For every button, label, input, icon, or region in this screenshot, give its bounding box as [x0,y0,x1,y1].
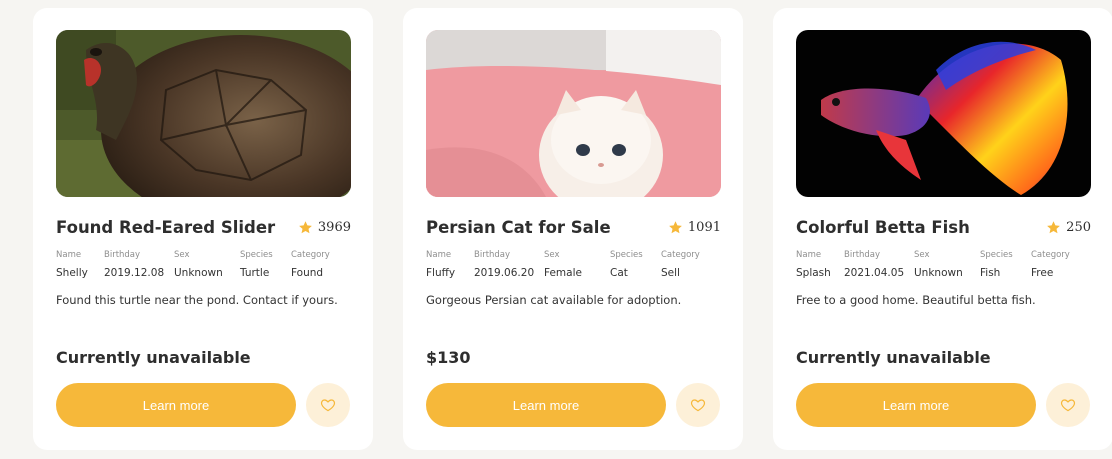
sex-label: Sex [914,250,930,260]
star-icon [669,221,682,234]
category-value: Sell [661,267,680,279]
sex-value: Unknown [174,267,223,279]
pet-title: Colorful Betta Fish [796,218,970,237]
birthday-label: Birthday [474,250,511,260]
pet-photo[interactable] [796,30,1091,197]
species-value: Turtle [240,267,270,279]
name-label: Name [56,250,82,260]
rating-count: 250 [1066,220,1091,235]
name-value: Fluffy [426,267,456,279]
category-label: Category [661,250,700,260]
heart-icon [1060,399,1076,412]
species-value: Cat [610,267,628,279]
star-icon [1047,221,1061,234]
heart-icon [690,399,706,412]
sex-value: Female [544,267,582,279]
pet-details: Name Fluffy Birthday 2019.06.20 Sex Female … [426,250,711,283]
category-label: Category [1031,250,1070,260]
pet-details: Name Shelly Birthday 2019.12.08 Sex Unknown… [56,250,341,283]
species-value: Fish [980,267,1001,279]
category-label: Category [291,250,330,260]
pet-card: Persian Cat for Sale 1091 Name Fluffy Bir… [403,8,743,450]
rating-count: 1091 [687,220,721,235]
name-label: Name [426,250,452,260]
pet-photo[interactable] [56,30,351,197]
name-value: Shelly [56,267,88,279]
birthday-label: Birthday [104,250,141,260]
species-label: Species [980,250,1013,260]
rating-count: 3969 [317,220,351,235]
rating: 1091 [668,220,721,235]
birthday-label: Birthday [844,250,881,260]
pet-details: Name Splash Birthday 2021.04.05 Sex Unknown… [796,250,1081,283]
name-label: Name [796,250,822,260]
name-value: Splash [796,267,831,279]
pet-card: Found Red-Eared Slider 3969 Name Shelly B… [33,8,373,450]
pet-title: Found Red-Eared Slider [56,218,276,237]
sex-label: Sex [544,250,560,260]
pet-price: Currently unavailable [796,348,991,367]
favorite-button[interactable] [306,383,350,427]
birthday-value: 2021.04.05 [844,267,905,279]
pet-description: Free to a good home. Beautiful betta fis… [796,293,1036,307]
pet-photo[interactable] [426,30,721,197]
heart-icon [320,399,336,412]
birthday-value: 2019.12.08 [104,267,165,279]
pet-card: Colorful Betta Fish 250 Name Splash Birth… [773,8,1112,450]
category-value: Found [291,267,324,279]
category-value: Free [1031,267,1054,279]
species-label: Species [610,250,643,260]
pet-price: $130 [426,348,471,367]
rating: 3969 [298,220,351,235]
rating: 250 [1046,220,1091,235]
learn-more-button[interactable]: Learn more [56,383,296,427]
sex-value: Unknown [914,267,963,279]
pet-price: Currently unavailable [56,348,251,367]
learn-more-button[interactable]: Learn more [796,383,1036,427]
star-icon [299,221,312,234]
pet-description: Found this turtle near the pond. Contact… [56,293,338,307]
pet-title: Persian Cat for Sale [426,218,611,237]
sex-label: Sex [174,250,190,260]
favorite-button[interactable] [1046,383,1090,427]
species-label: Species [240,250,273,260]
learn-more-button[interactable]: Learn more [426,383,666,427]
favorite-button[interactable] [676,383,720,427]
birthday-value: 2019.06.20 [474,267,535,279]
pet-description: Gorgeous Persian cat available for adopt… [426,293,682,307]
